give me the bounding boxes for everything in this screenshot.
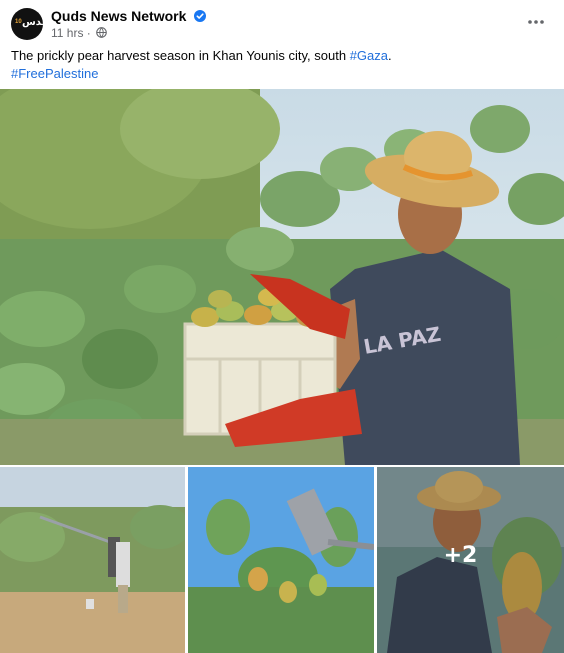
page-name-link[interactable]: Quds News Network <box>51 8 186 24</box>
thumbnail-photo-1[interactable] <box>0 467 185 653</box>
more-photos-overlay[interactable]: +2 <box>377 467 564 653</box>
photo-thumbnails: +2 <box>0 467 564 653</box>
hashtag-gaza[interactable]: #Gaza <box>350 48 388 63</box>
verified-badge-icon <box>194 10 207 22</box>
post-header: 10 قدس Quds News Network 11 hrs · <box>11 6 553 42</box>
post-meta: 11 hrs · <box>51 26 107 40</box>
meta-separator: · <box>83 26 95 40</box>
post-timestamp[interactable]: 11 hrs <box>51 26 83 40</box>
avatar-logo-text: قدس <box>22 17 43 28</box>
caption-text: The prickly pear harvest season in Khan … <box>11 48 350 63</box>
post-caption: The prickly pear harvest season in Khan … <box>11 47 551 83</box>
avatar-number: 10 <box>15 19 22 25</box>
main-photo[interactable]: LA PAZ <box>0 89 564 465</box>
page-avatar[interactable]: 10 قدس <box>11 8 43 40</box>
thumbnail-photo-3[interactable]: +2 <box>377 467 564 653</box>
more-photos-count: +2 <box>443 542 478 568</box>
globe-icon[interactable] <box>96 27 107 38</box>
hashtag-free-palestine[interactable]: #FreePalestine <box>11 66 98 81</box>
more-options-icon[interactable] <box>525 12 547 32</box>
caption-period: . <box>388 48 392 63</box>
thumbnail-photo-2[interactable] <box>188 467 374 653</box>
page-name-container: Quds News Network <box>51 8 207 24</box>
